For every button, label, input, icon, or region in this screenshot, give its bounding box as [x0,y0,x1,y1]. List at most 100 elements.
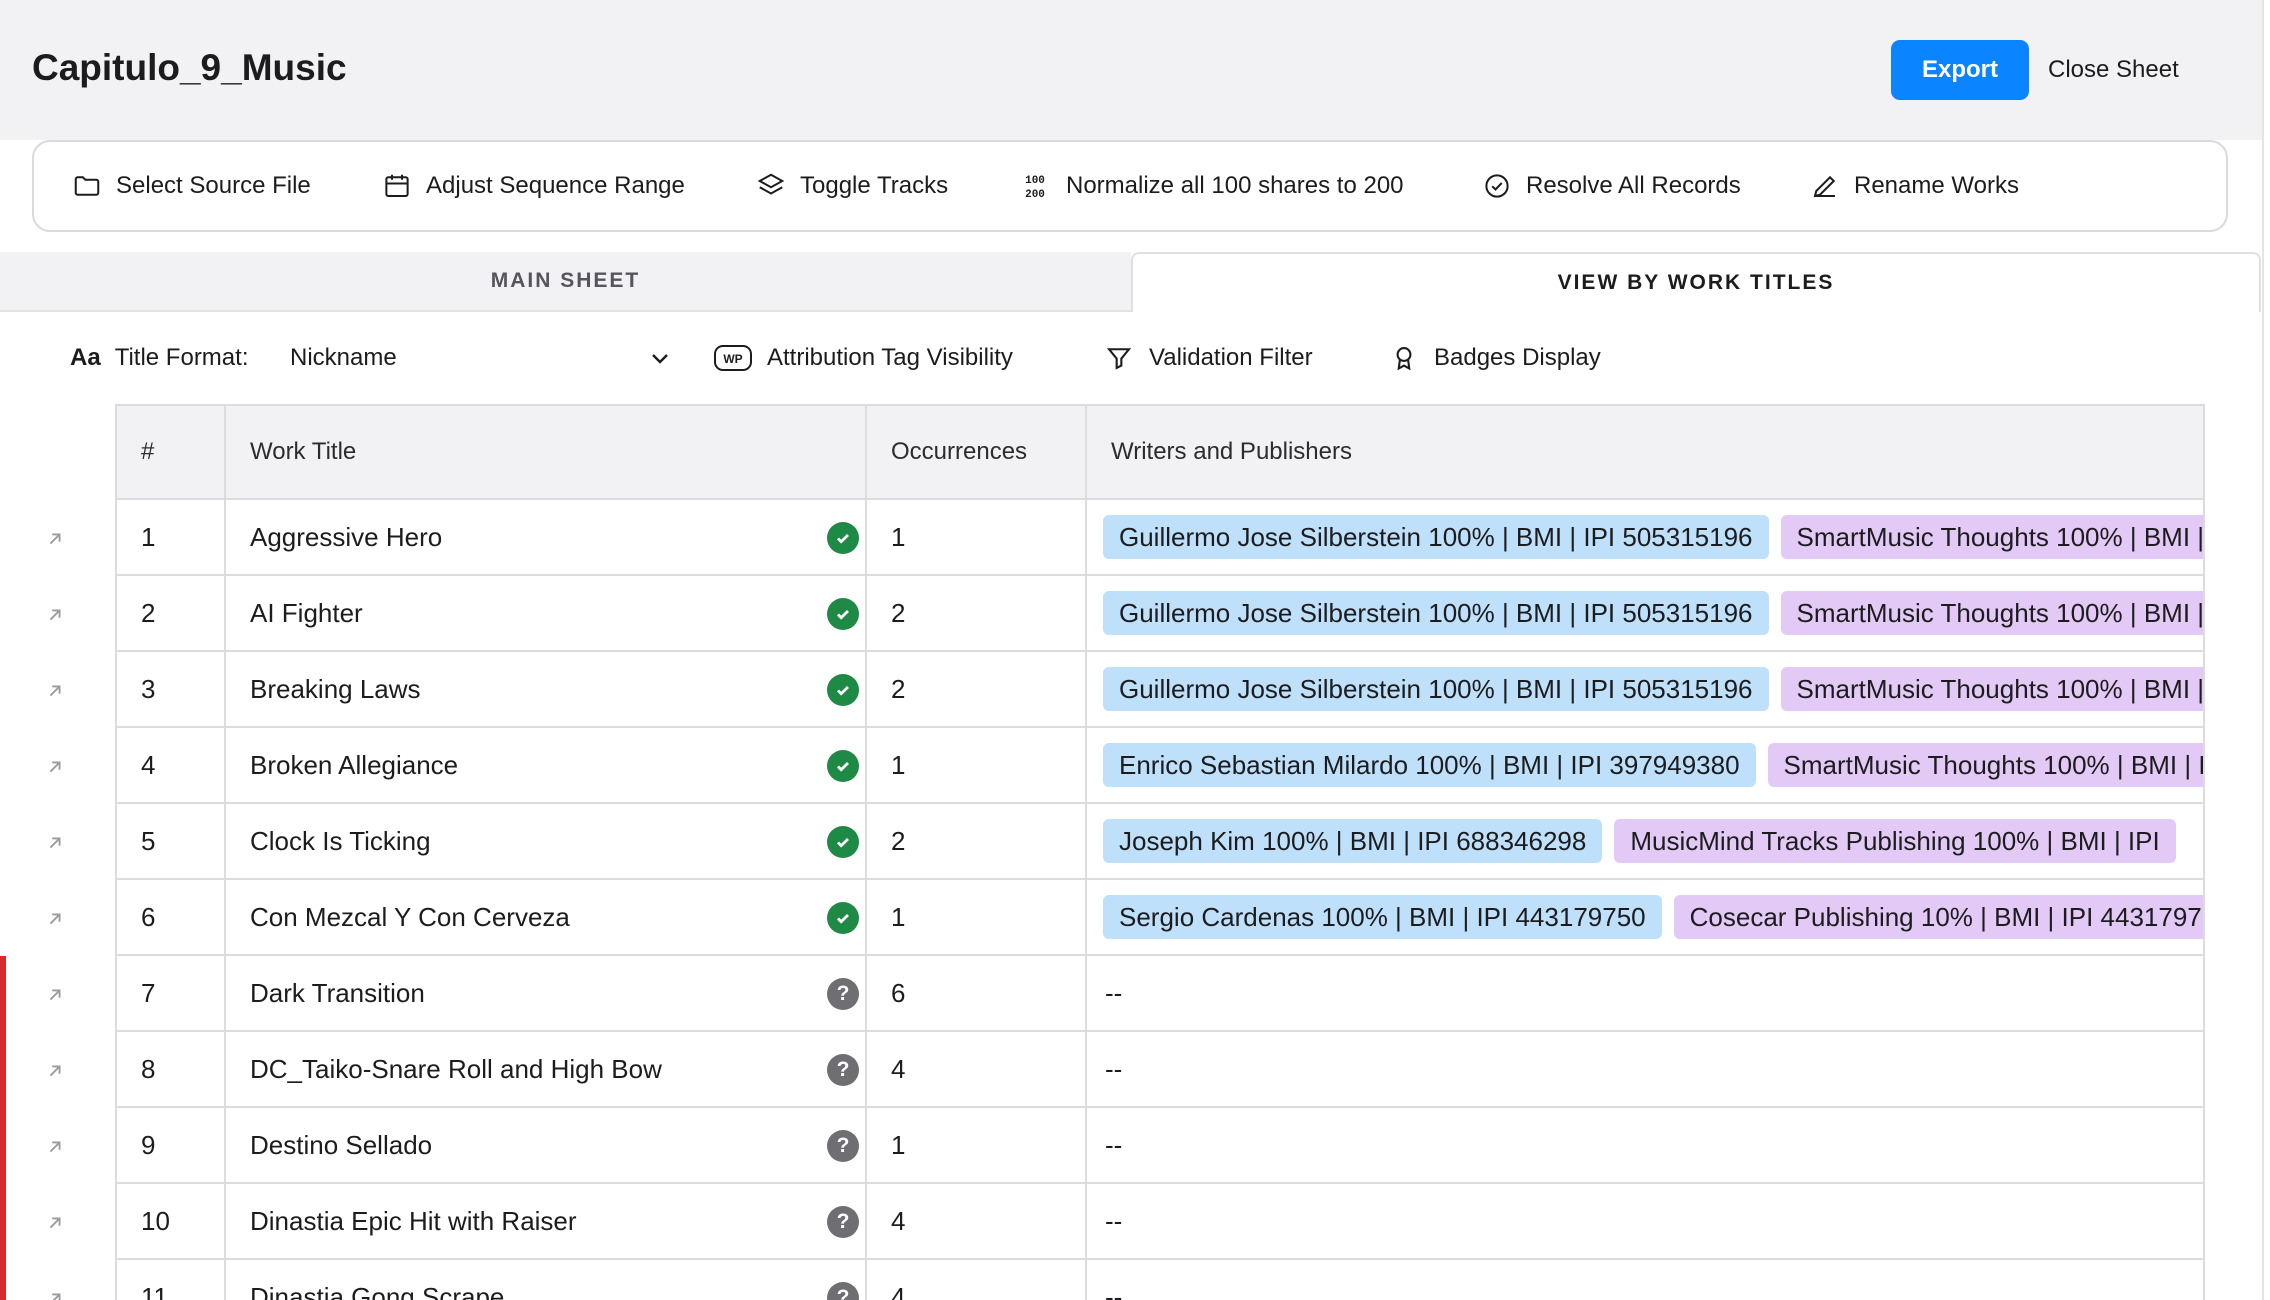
validation-filter-button[interactable]: Validation Filter [1105,312,1313,404]
publisher-tag[interactable]: Cosecar Publishing 10% | BMI | IPI 44317… [1673,895,2202,939]
open-row-arrow-icon[interactable] [44,756,72,784]
unresolved-question-icon[interactable]: ? [827,1282,859,1300]
close-sheet-button[interactable]: Close Sheet [2048,40,2179,100]
work-title: Dinastia Gong Scrape [250,1281,505,1300]
toolbar-label: Normalize all 100 shares to 200 [1066,172,1404,199]
empty-value: -- [1105,1129,1123,1160]
writer-tag[interactable]: Enrico Sebastian Milardo 100% | BMI | IP… [1103,743,1756,787]
column-header-work-title[interactable]: Work Title [224,404,867,500]
work-title-cell[interactable]: Aggressive Hero [224,498,867,576]
validated-check-icon[interactable] [827,826,859,858]
open-row-arrow-icon[interactable] [44,832,72,860]
row-number: 3 [115,650,226,728]
table-row[interactable]: 6 Con Mezcal Y Con Cerveza 1 Sergio Cardena… [115,878,2205,956]
writers-publishers-cell: Enrico Sebastian Milardo 100% | BMI | IP… [1085,726,2205,804]
writer-tag[interactable]: Joseph Kim 100% | BMI | IPI 688346298 [1103,819,1603,863]
check-circle-icon [1485,174,1509,198]
column-header-occurrences[interactable]: Occurrences [865,404,1087,500]
open-row-arrow-icon[interactable] [44,908,72,936]
select-source-file-button[interactable]: Select Source File [72,142,311,230]
publisher-tag[interactable]: MusicMind Tracks Publishing 100% | BMI |… [1614,819,2176,863]
work-title-cell[interactable]: Dinastia Gong Scrape? [224,1258,867,1300]
table-row[interactable]: 8 DC_Taiko-Snare Roll and High Bow? 4 -- [115,1030,2205,1108]
work-title-cell[interactable]: Dinastia Epic Hit with Raiser? [224,1182,867,1260]
table-row[interactable]: 7 Dark Transition? 6 -- [115,954,2205,1032]
publisher-tag[interactable]: SmartMusic Thoughts 100% | BMI | IPI [1780,591,2202,635]
validated-check-icon[interactable] [827,522,859,554]
normalize-shares-button[interactable]: 100 200 Normalize all 100 shares to 200 [1018,142,1404,230]
normalize-100-200-icon: 100200 [1025,175,1045,201]
table-row[interactable]: 3 Breaking Laws 2 Guillermo Jose Silberstei… [115,650,2205,728]
work-title-cell[interactable]: Clock Is Ticking [224,802,867,880]
unresolved-question-icon[interactable]: ? [827,1206,859,1238]
open-row-arrow-icon[interactable] [44,604,72,632]
adjust-sequence-range-button[interactable]: Adjust Sequence Range [382,142,685,230]
validated-check-icon[interactable] [827,902,859,934]
tab-view-by-work-titles[interactable]: VIEW BY WORK TITLES [1131,252,2261,312]
open-row-arrow-icon[interactable] [44,528,72,556]
work-title-cell[interactable]: DC_Taiko-Snare Roll and High Bow? [224,1030,867,1108]
title-format-label: Title Format: [114,344,249,371]
writers-publishers-cell: -- [1085,1182,2205,1260]
calendar-icon [385,174,409,197]
table-row[interactable]: 9 Destino Sellado? 1 -- [115,1106,2205,1184]
publisher-tag[interactable]: SmartMusic Thoughts 100% | BMI | IPI [1780,515,2202,559]
work-title-cell[interactable]: Con Mezcal Y Con Cerveza [224,878,867,956]
validated-check-icon[interactable] [827,598,859,630]
publisher-tag[interactable]: SmartMusic Thoughts 100% | BMI | IPI [1767,743,2202,787]
column-header-number[interactable]: # [115,404,226,500]
view-options-bar: Aa Title Format: Nickname WP Attribution… [0,312,2262,404]
open-row-arrow-icon[interactable] [44,1060,72,1088]
writers-publishers-cell: -- [1085,1106,2205,1184]
resolve-all-records-button[interactable]: Resolve All Records [1482,142,1741,230]
svg-text:200: 200 [1025,189,1045,201]
sheet-title: Capitulo_9_Music [32,47,347,88]
writers-publishers-cell: Guillermo Jose Silberstein 100% | BMI | … [1085,650,2205,728]
writer-tag[interactable]: Sergio Cardenas 100% | BMI | IPI 4431797… [1103,895,1662,939]
work-title: Breaking Laws [250,673,421,704]
open-row-arrow-icon[interactable] [44,984,72,1012]
action-toolbar: Select Source File Adjust Sequence Range… [32,140,2228,232]
attribution-tag-visibility-button[interactable]: WP Attribution Tag Visibility [713,312,1013,404]
app-header: Capitulo_9_Music Export Close Sheet [0,0,2262,140]
tab-main-sheet[interactable]: MAIN SHEET [0,252,1131,312]
work-title-cell[interactable]: AI Fighter [224,574,867,652]
open-row-arrow-icon[interactable] [44,680,72,708]
work-title-cell[interactable]: Dark Transition? [224,954,867,1032]
occurrences-count: 1 [865,726,1087,804]
work-title: DC_Taiko-Snare Roll and High Bow [250,1053,662,1084]
work-title-cell[interactable]: Breaking Laws [224,650,867,728]
writers-publishers-cell: -- [1085,954,2205,1032]
column-header-writers-publishers[interactable]: Writers and Publishers [1085,404,2205,500]
title-format-select[interactable]: Nickname [290,338,672,378]
unresolved-question-icon[interactable]: ? [827,1054,859,1086]
table-row[interactable]: 10 Dinastia Epic Hit with Raiser? 4 -- [115,1182,2205,1260]
work-title-cell[interactable]: Broken Allegiance [224,726,867,804]
toggle-tracks-button[interactable]: Toggle Tracks [756,142,948,230]
table-row[interactable]: 5 Clock Is Ticking 2 Joseph Kim 100% | BMI … [115,802,2205,880]
svg-text:WP: WP [723,352,742,366]
writer-tag[interactable]: Guillermo Jose Silberstein 100% | BMI | … [1103,667,1769,711]
validated-check-icon[interactable] [827,750,859,782]
table-row[interactable]: 11 Dinastia Gong Scrape? 4 -- [115,1258,2205,1300]
open-row-arrow-icon[interactable] [44,1212,72,1240]
table-row[interactable]: 1 Aggressive Hero 1 Guillermo Jose Silberst… [115,498,2205,576]
writer-tag[interactable]: Guillermo Jose Silberstein 100% | BMI | … [1103,591,1769,635]
table-row[interactable]: 2 AI Fighter 2 Guillermo Jose Silberstein 1… [115,574,2205,652]
publisher-tag[interactable]: SmartMusic Thoughts 100% | BMI | IPI [1780,667,2202,711]
unresolved-question-icon[interactable]: ? [827,1130,859,1162]
unresolved-question-icon[interactable]: ? [827,978,859,1010]
work-title: Aggressive Hero [250,521,443,552]
open-row-arrow-icon[interactable] [44,1136,72,1164]
validated-check-icon[interactable] [827,674,859,706]
table-row[interactable]: 4 Broken Allegiance 1 Enrico Sebastian Mila… [115,726,2205,804]
work-title-cell[interactable]: Destino Sellado? [224,1106,867,1184]
badges-display-button[interactable]: Badges Display [1390,312,1601,404]
rename-works-button[interactable]: Rename Works [1810,142,2019,230]
writer-tag[interactable]: Guillermo Jose Silberstein 100% | BMI | … [1103,515,1769,559]
writers-publishers-cell: Guillermo Jose Silberstein 100% | BMI | … [1085,574,2205,652]
badge-icon [1396,347,1412,371]
layers-icon [757,173,785,195]
open-row-arrow-icon[interactable] [44,1288,72,1300]
export-button[interactable]: Export [1891,40,2029,100]
